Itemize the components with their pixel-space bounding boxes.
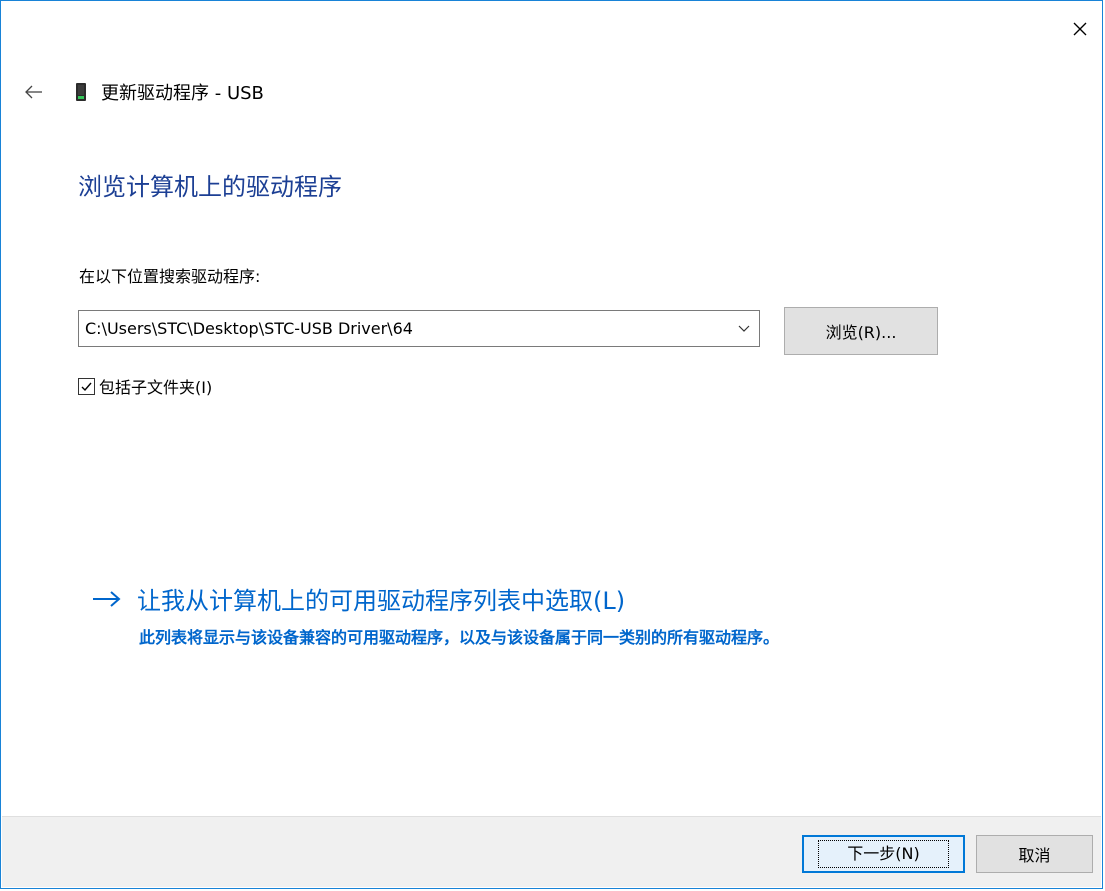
next-button[interactable]: 下一步(N) bbox=[802, 835, 965, 873]
include-subfolders-label[interactable]: 包括子文件夹(I) bbox=[99, 374, 212, 398]
right-arrow-icon[interactable] bbox=[91, 585, 125, 613]
search-location-label: 在以下位置搜索驱动程序: bbox=[79, 267, 261, 286]
update-driver-dialog: 更新驱动程序 - USB 浏览计算机上的驱动程序 在以下位置搜索驱动程序: C:… bbox=[0, 0, 1103, 889]
close-button[interactable] bbox=[1066, 15, 1094, 43]
dropdown-button[interactable] bbox=[729, 311, 759, 346]
next-button-label[interactable]: 下一步(N) bbox=[818, 840, 949, 868]
usb-device-icon bbox=[75, 81, 89, 103]
include-subfolders-checkbox[interactable] bbox=[78, 377, 95, 395]
back-button[interactable] bbox=[23, 81, 45, 103]
dialog-title: 更新驱动程序 - USB bbox=[101, 83, 264, 104]
back-arrow-icon[interactable] bbox=[24, 84, 44, 100]
driver-path-combobox[interactable]: C:\Users\STC\Desktop\STC-USB Driver\64 bbox=[78, 310, 760, 347]
pick-from-list-link[interactable]: 让我从计算机上的可用驱动程序列表中选取(L) bbox=[91, 581, 625, 616]
cancel-button[interactable]: 取消 bbox=[976, 835, 1093, 873]
checkmark-icon bbox=[81, 382, 92, 391]
pick-from-list-description: 此列表将显示与该设备兼容的可用驱动程序，以及与该设备属于同一类别的所有驱动程序。 bbox=[139, 628, 780, 647]
browse-button[interactable]: 浏览(R)... bbox=[784, 307, 938, 355]
dialog-header: 更新驱动程序 - USB bbox=[23, 77, 264, 107]
pick-from-list-label[interactable]: 让我从计算机上的可用驱动程序列表中选取(L) bbox=[137, 581, 625, 616]
include-subfolders-option[interactable]: 包括子文件夹(I) bbox=[78, 374, 212, 398]
page-title: 浏览计算机上的驱动程序 bbox=[78, 173, 342, 201]
chevron-down-icon bbox=[738, 325, 750, 332]
dialog-footer: 下一步(N) 取消 bbox=[2, 816, 1101, 887]
close-icon[interactable] bbox=[1066, 15, 1094, 43]
driver-path-input[interactable]: C:\Users\STC\Desktop\STC-USB Driver\64 bbox=[79, 319, 729, 338]
